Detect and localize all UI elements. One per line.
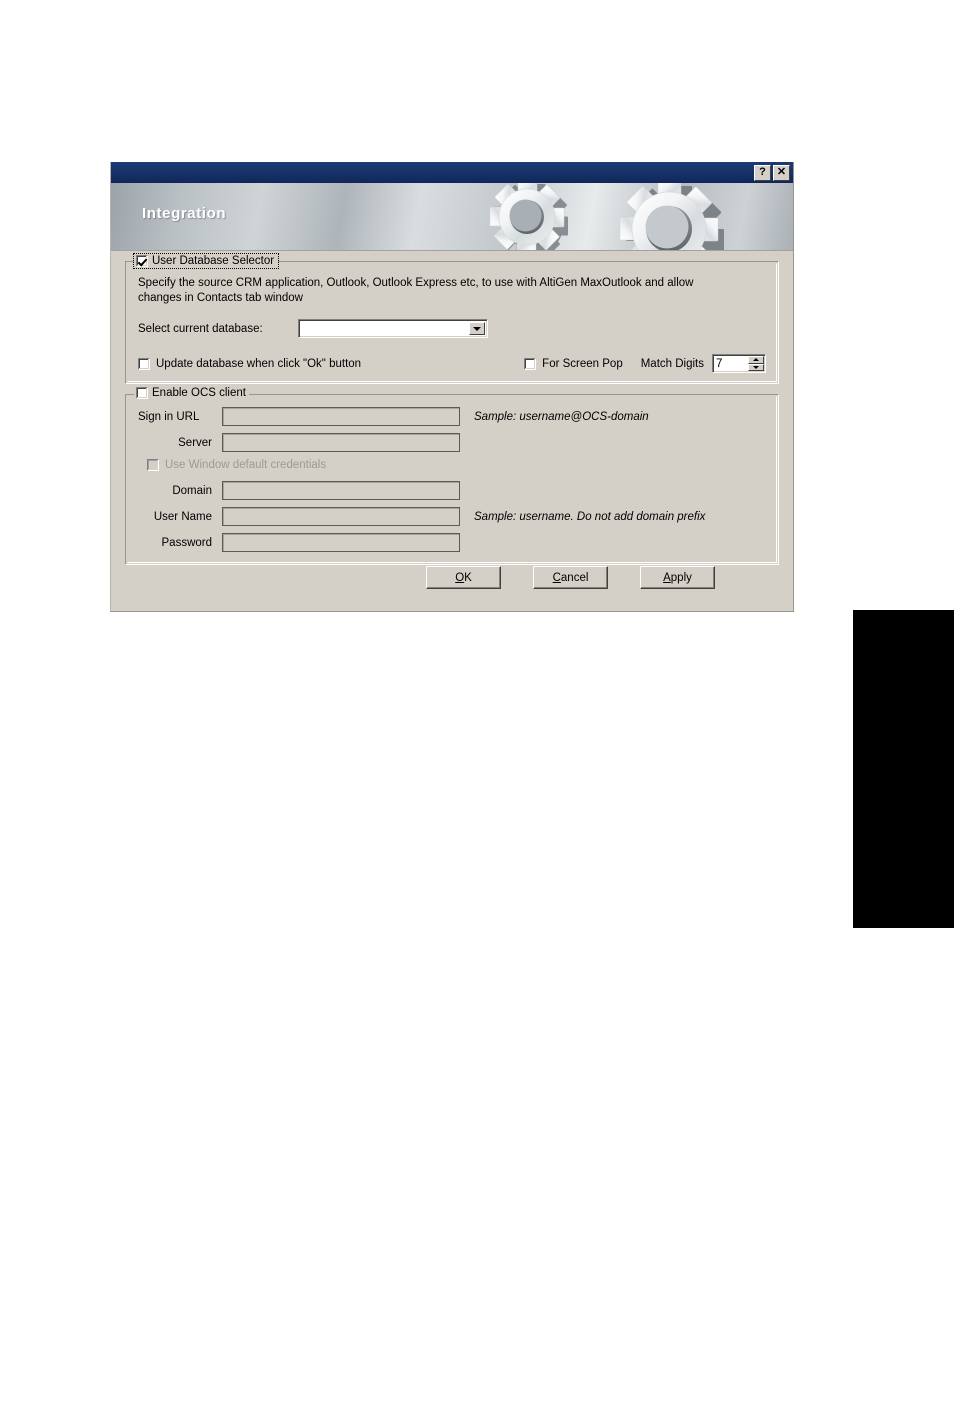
- password-input[interactable]: [222, 533, 460, 552]
- update-database-label: Update database when click "Ok" button: [156, 357, 362, 370]
- page-title: Integration: [142, 205, 227, 222]
- dialog-title-bar: ? ✕: [111, 162, 793, 183]
- spinner-up-icon[interactable]: [748, 356, 764, 364]
- server-input[interactable]: [222, 433, 460, 452]
- password-row: Password: [138, 533, 766, 552]
- spinner-down-icon[interactable]: [748, 363, 764, 371]
- user-name-label: User Name: [153, 510, 212, 523]
- apply-button[interactable]: Apply: [640, 566, 715, 589]
- screen-pop-label: For Screen Pop: [542, 357, 623, 370]
- domain-row: Domain: [138, 481, 766, 500]
- update-database-checkbox[interactable]: Update database when click "Ok" button: [138, 357, 362, 370]
- page-scan-artifact: [853, 610, 954, 928]
- integration-dialog: ? ✕ Integration User Database Selector S…: [110, 162, 794, 612]
- sign-in-url-sample: Sample: username@OCS-domain: [474, 410, 649, 423]
- dialog-content: User Database Selector Specify the sourc…: [111, 251, 793, 565]
- user-name-sample: Sample: username. Do not add domain pref…: [474, 510, 706, 523]
- server-label: Server: [178, 436, 212, 449]
- sign-in-url-row: Sign in URL Sample: username@OCS-domain: [138, 407, 766, 426]
- checkbox-box-screen-pop[interactable]: [524, 357, 537, 370]
- user-database-selector-checkbox[interactable]: User Database Selector: [132, 253, 280, 269]
- user-database-selector-label: User Database Selector: [152, 255, 275, 267]
- dialog-banner: Integration: [111, 183, 793, 251]
- user-database-group: User Database Selector Specify the sourc…: [125, 253, 779, 384]
- match-digits-label: Match Digits: [640, 357, 704, 370]
- sign-in-url-input[interactable]: [222, 407, 460, 426]
- gears-icon: [489, 183, 724, 250]
- checkbox-box-enable-ocs[interactable]: [136, 387, 148, 399]
- cancel-button[interactable]: Cancel: [533, 566, 608, 589]
- ocs-client-group: Enable OCS client Sign in URL Sample: us…: [125, 387, 779, 565]
- screen-pop-checkbox[interactable]: For Screen Pop: [524, 357, 623, 370]
- match-digits-stepper[interactable]: 7: [712, 354, 766, 373]
- close-icon[interactable]: ✕: [773, 164, 790, 181]
- password-label: Password: [161, 536, 213, 549]
- checkbox-box-user-db[interactable]: [136, 255, 148, 267]
- match-digits-value[interactable]: 7: [713, 355, 748, 372]
- domain-label: Domain: [172, 484, 212, 497]
- server-row: Server: [138, 433, 766, 452]
- ok-button[interactable]: OK: [426, 566, 501, 589]
- checkbox-box-update-db[interactable]: [138, 357, 150, 370]
- checkbox-box-default-credentials[interactable]: [147, 459, 159, 471]
- help-icon[interactable]: ?: [754, 164, 771, 181]
- enable-ocs-client-checkbox[interactable]: Enable OCS client: [134, 387, 249, 399]
- enable-ocs-client-label: Enable OCS client: [152, 387, 246, 399]
- use-default-credentials-checkbox[interactable]: Use Window default credentials: [138, 459, 766, 471]
- user-name-input[interactable]: [222, 507, 460, 526]
- domain-input[interactable]: [222, 481, 460, 500]
- select-database-label: Select current database:: [138, 322, 263, 335]
- chevron-down-icon[interactable]: [469, 322, 485, 335]
- user-name-row: User Name Sample: username. Do not add d…: [138, 507, 766, 526]
- group-description: Specify the source CRM application, Outl…: [138, 277, 694, 304]
- use-default-credentials-label: Use Window default credentials: [165, 459, 327, 471]
- sign-in-url-label: Sign in URL: [138, 410, 200, 423]
- database-select[interactable]: [298, 319, 488, 338]
- select-database-row: Select current database:: [138, 319, 766, 338]
- dialog-button-bar: OK Cancel Apply: [111, 566, 793, 589]
- options-row: Update database when click "Ok" button F…: [138, 354, 766, 373]
